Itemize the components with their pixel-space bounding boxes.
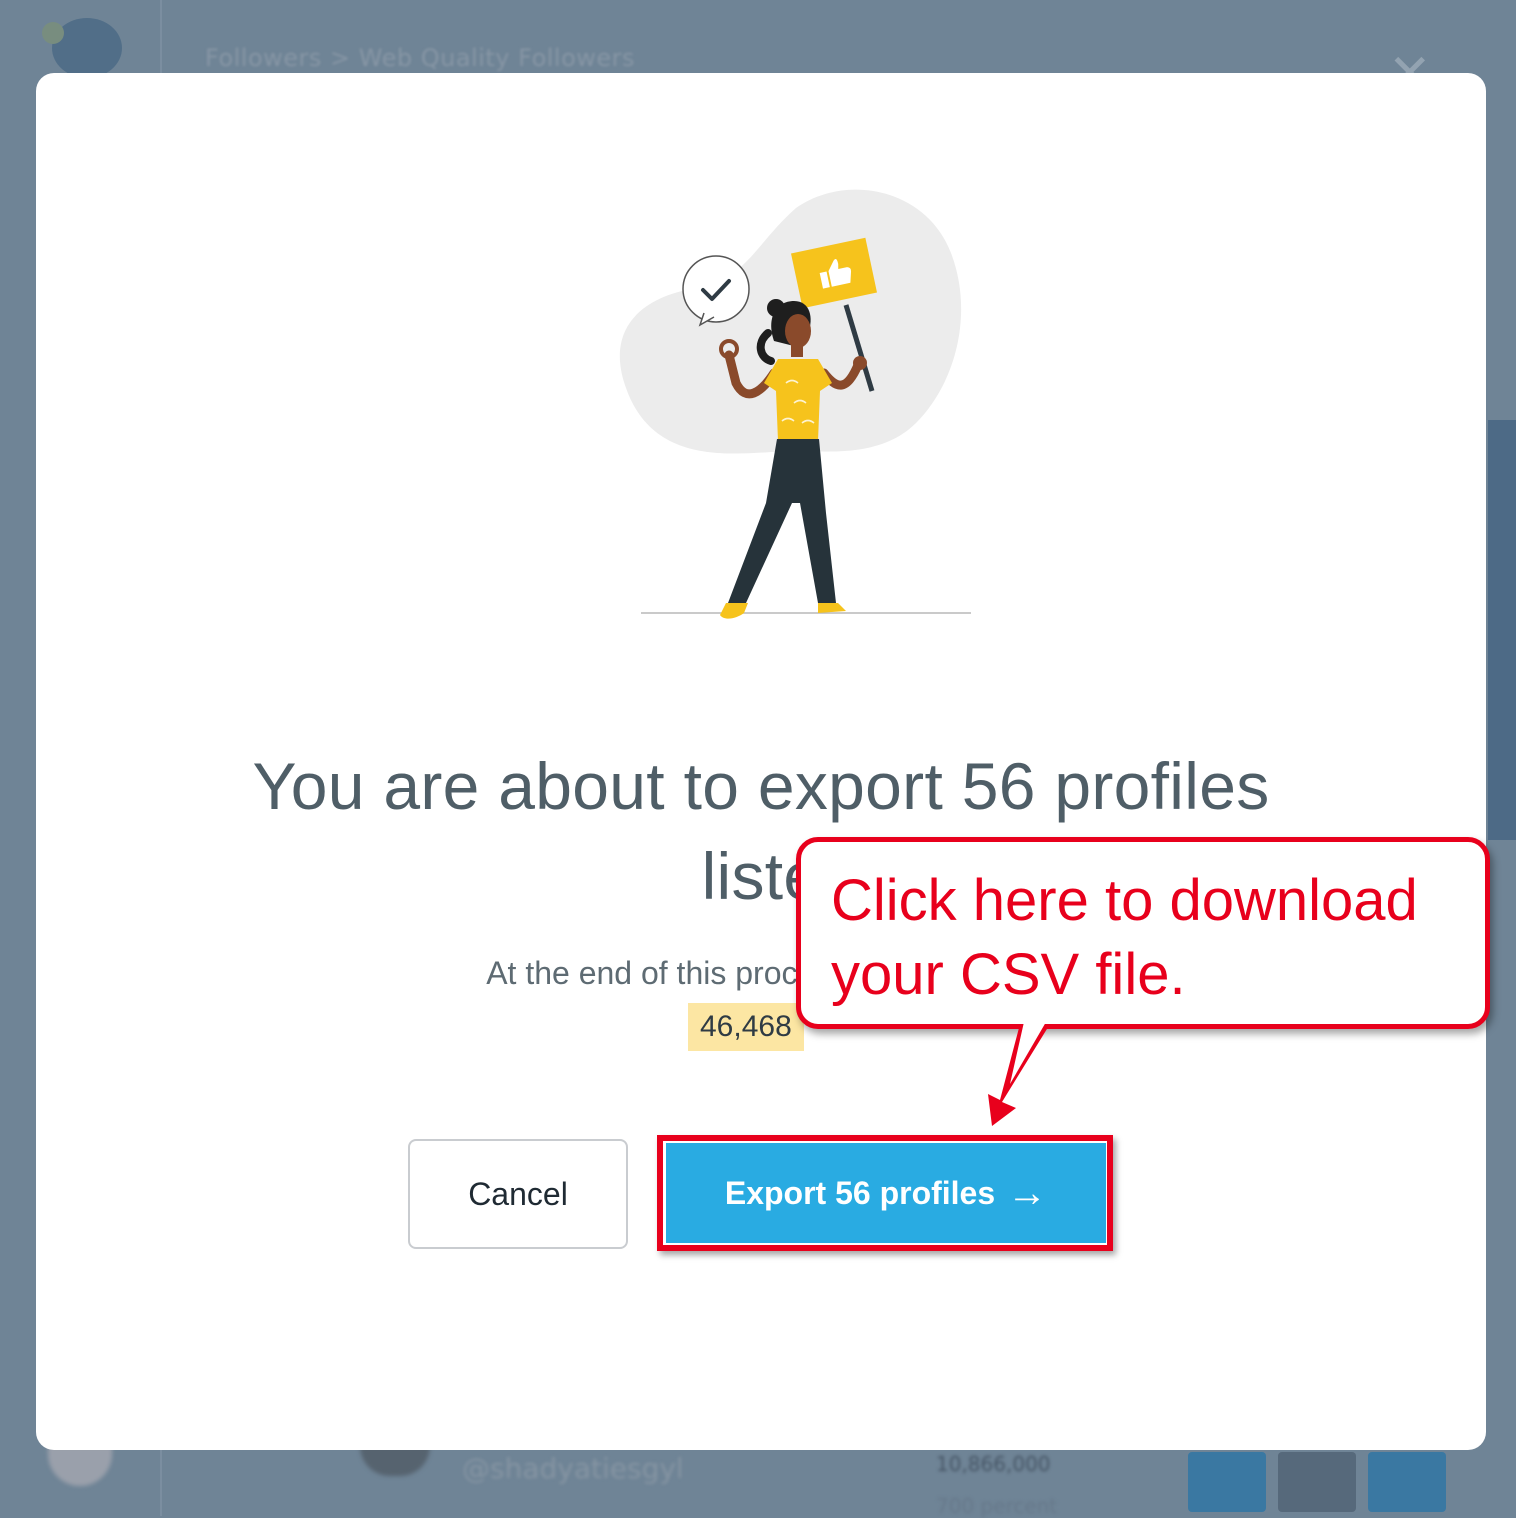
cancel-button[interactable]: Cancel (408, 1139, 628, 1249)
callout-line2: your CSV file. (831, 942, 1186, 1007)
block-action-button[interactable] (1278, 1452, 1356, 1512)
export-modal: You are about to export 56 profiles list… (36, 73, 1486, 1450)
callout-line1: Click here to download (831, 868, 1418, 933)
export-profiles-button[interactable]: Export 56 profiles → (666, 1143, 1106, 1243)
credit-balance-badge: 46,468 (688, 1003, 804, 1051)
side-panel-strip (1488, 420, 1516, 840)
breadcrumb: Followers > Web Quality Followers (205, 44, 636, 72)
annotation-callout: Click here to download your CSV file. (796, 837, 1490, 1029)
export-button-label: Export 56 profiles (724, 1174, 996, 1211)
profile-stat-secondary: 700 percent (936, 1494, 1058, 1518)
profile-handle: @shadyatiesgyl (462, 1452, 684, 1485)
arrow-right-icon: → (1007, 1171, 1048, 1215)
profile-stat: 10,866,000 (936, 1452, 1051, 1476)
app-logo-icon (42, 18, 122, 78)
avatar (360, 1446, 430, 1476)
woman-holding-sign-illustration (619, 189, 971, 619)
avatar (48, 1446, 112, 1486)
modal-title-line1: You are about to export 56 profiles (252, 749, 1270, 823)
row-actions (1188, 1452, 1446, 1512)
edit-action-button[interactable] (1368, 1452, 1446, 1512)
shield-action-button[interactable] (1188, 1452, 1266, 1512)
